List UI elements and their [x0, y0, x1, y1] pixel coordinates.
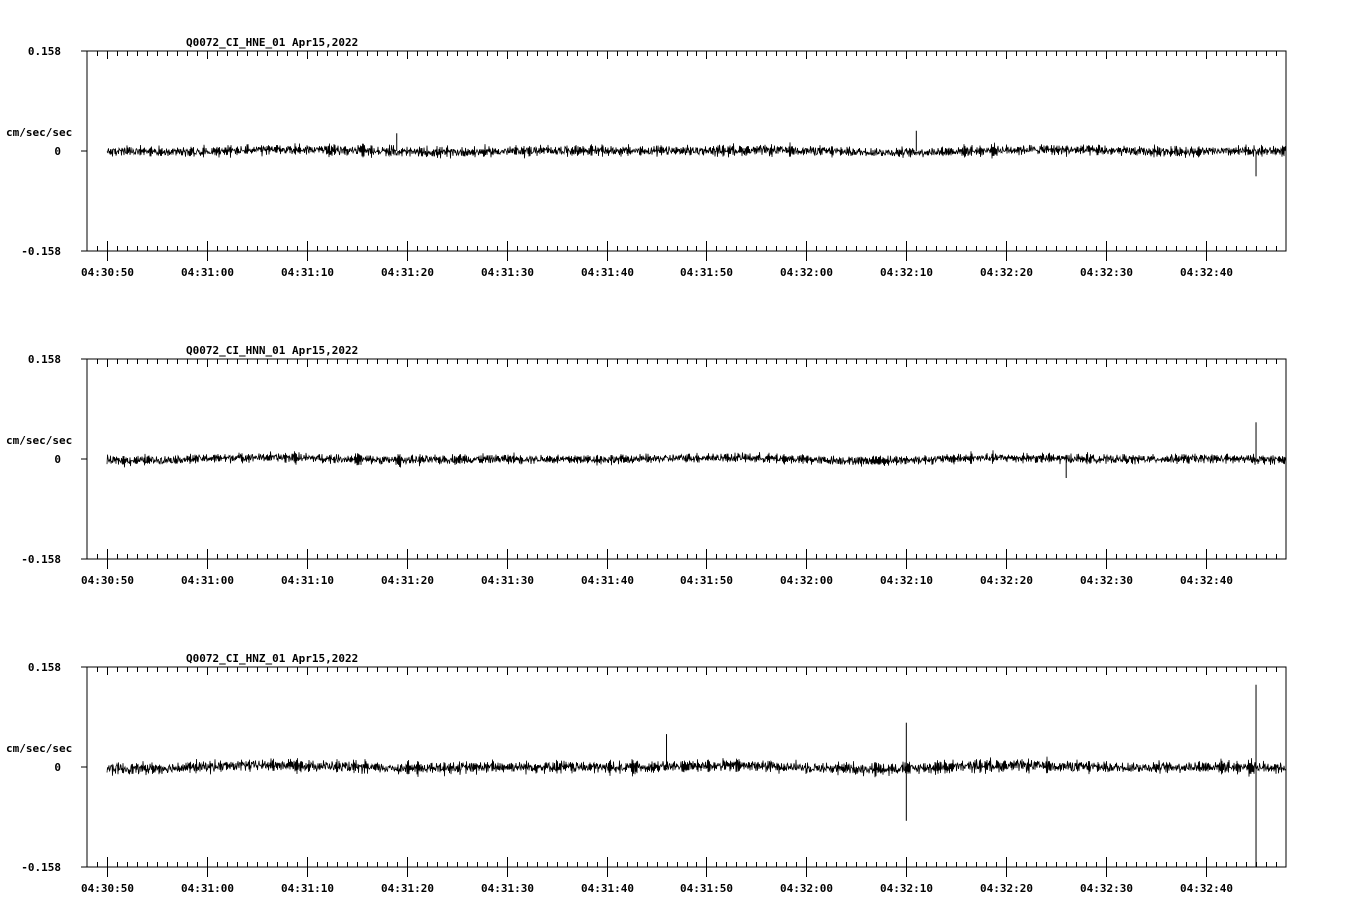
chart-title: Q0072_CI_HNE_01 Apr15,2022	[186, 36, 358, 49]
y-tick-label: -0.158	[21, 245, 61, 258]
y-tick-label: -0.158	[21, 553, 61, 566]
x-tick-label: 04:32:20	[980, 266, 1033, 279]
x-tick-label: 04:32:00	[780, 882, 833, 895]
x-tick-label: 04:32:10	[880, 266, 933, 279]
x-tick-label: 04:32:40	[1180, 882, 1233, 895]
x-tick-label: 04:32:40	[1180, 266, 1233, 279]
x-tick-label: 04:30:50	[81, 266, 134, 279]
x-tick-label: 04:30:50	[81, 574, 134, 587]
y-tick-label: 0	[54, 453, 61, 466]
chart-title: Q0072_CI_HNN_01 Apr15,2022	[186, 344, 358, 357]
chart-panel: Q0072_CI_HNN_01 Apr15,2022 cm/sec/sec 0.15…	[6, 344, 1287, 587]
seismic-trace	[106, 756, 1286, 778]
x-tick-label: 04:31:40	[581, 882, 634, 895]
x-tick-label: 04:32:00	[780, 574, 833, 587]
x-tick-label: 04:31:50	[680, 266, 733, 279]
x-tick-label: 04:31:00	[181, 574, 234, 587]
x-tick-label: 04:32:10	[880, 574, 933, 587]
chart-panel: Q0072_CI_HNZ_01 Apr15,2022 cm/sec/sec 0.15…	[6, 652, 1287, 895]
y-tick-label: 0.158	[28, 661, 61, 674]
x-tick-label: 04:31:20	[381, 574, 434, 587]
y-axis-label: cm/sec/sec	[6, 126, 72, 139]
x-tick-label: 04:32:10	[880, 882, 933, 895]
y-tick-label: 0	[54, 761, 61, 774]
x-tick-label: 04:31:20	[381, 266, 434, 279]
x-tick-label: 04:31:40	[581, 266, 634, 279]
x-tick-label: 04:32:30	[1080, 266, 1133, 279]
x-tick-label: 04:30:50	[81, 882, 134, 895]
y-tick-label: 0	[54, 145, 61, 158]
y-tick-label: -0.158	[21, 861, 61, 874]
x-tick-label: 04:31:10	[281, 574, 334, 587]
x-tick-label: 04:31:30	[481, 882, 534, 895]
x-tick-label: 04:31:20	[381, 882, 434, 895]
x-tick-label: 04:31:00	[181, 266, 234, 279]
x-tick-label: 04:32:30	[1080, 882, 1133, 895]
seismogram-figure: Q0072_CI_HNE_01 Apr15,2022 cm/sec/sec 0.15…	[6, 36, 1287, 895]
x-tick-label: 04:31:00	[181, 882, 234, 895]
x-tick-label: 04:31:10	[281, 266, 334, 279]
x-tick-label: 04:31:50	[680, 882, 733, 895]
x-tick-label: 04:32:20	[980, 882, 1033, 895]
chart-panel: Q0072_CI_HNE_01 Apr15,2022 cm/sec/sec 0.15…	[6, 36, 1287, 279]
x-tick-label: 04:32:30	[1080, 574, 1133, 587]
x-tick-label: 04:31:50	[680, 574, 733, 587]
y-axis-label: cm/sec/sec	[6, 742, 72, 755]
x-tick-label: 04:31:30	[481, 574, 534, 587]
y-tick-label: 0.158	[28, 353, 61, 366]
y-axis-label: cm/sec/sec	[6, 434, 72, 447]
x-tick-label: 04:31:40	[581, 574, 634, 587]
x-tick-label: 04:32:20	[980, 574, 1033, 587]
x-tick-label: 04:31:10	[281, 882, 334, 895]
seismic-trace	[106, 142, 1287, 159]
x-tick-label: 04:32:00	[780, 266, 833, 279]
x-tick-label: 04:31:30	[481, 266, 534, 279]
x-tick-label: 04:32:40	[1180, 574, 1233, 587]
chart-title: Q0072_CI_HNZ_01 Apr15,2022	[186, 652, 358, 665]
y-tick-label: 0.158	[28, 45, 61, 58]
seismic-trace	[106, 450, 1287, 468]
